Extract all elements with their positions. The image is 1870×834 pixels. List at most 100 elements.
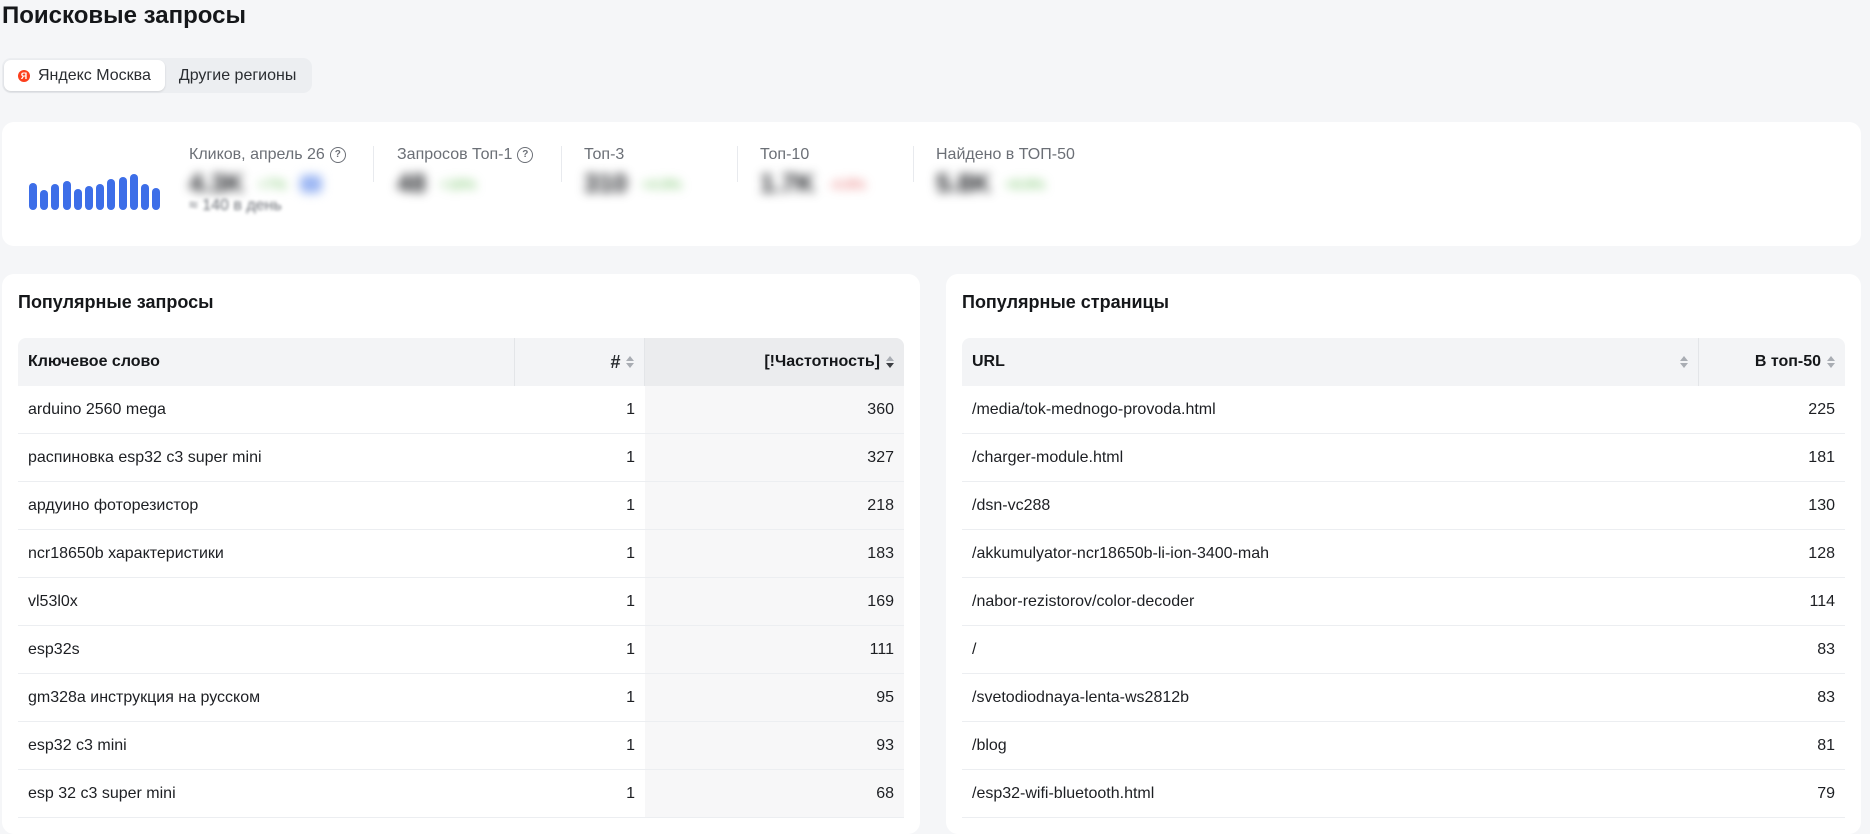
query-row[interactable]: gm328a инструкция на русском 1 95 [18,673,904,722]
stats-card: Кликов, апрель 26 ? 4.3K +7% ≈ 140 в ден… [2,122,1861,246]
query-frequency: 111 [644,625,904,674]
page-url[interactable]: /esp32-wifi-bluetooth.html [962,769,1699,818]
queries-table: Ключевое слово # [!Частотность] arduino … [18,338,904,818]
page-title: Поисковые запросы [2,2,246,29]
query-position: 1 [514,386,645,434]
query-frequency: 95 [644,673,904,722]
metric-top10: Топ-10 1.7K -4.8% [760,146,866,226]
page-row[interactable]: /media/tok-mednogo-provoda.html 225 [962,386,1845,434]
help-icon[interactable]: ? [329,147,346,163]
query-position: 1 [514,481,645,530]
query-row[interactable]: ncr18650b характеристики 1 183 [18,529,904,578]
query-frequency: 360 [644,386,904,434]
column-position[interactable]: # [513,338,646,386]
sparkline-bar [62,181,71,210]
sort-desc-icon [886,356,894,368]
tab-yandex-moscow[interactable]: Я Яндекс Москва [4,60,165,91]
query-position: 1 [514,529,645,578]
page-url[interactable]: /svetodiodnaya-lenta-ws2812b [962,673,1699,722]
metric-top3: Топ-3 310 +4.9% [584,146,681,226]
metric-top50: Найдено в ТОП-50 5.8K +8.8% [936,146,1075,226]
page-url[interactable]: /dsn-vc288 [962,481,1699,530]
clicks-sparkline [29,166,179,210]
page-url[interactable]: /akkumulyator-ncr18650b-li-ion-3400-mah [962,529,1699,578]
page-row[interactable]: /akkumulyator-ncr18650b-li-ion-3400-mah 1… [962,529,1845,578]
sparkline-bar [129,174,138,210]
query-position: 1 [514,721,645,770]
page-row[interactable]: /83 [962,625,1845,674]
divider [737,146,738,182]
metric-label: Найдено в ТОП-50 [936,146,1075,163]
query-frequency: 169 [644,577,904,626]
sort-icon [626,356,635,368]
metric-value: 310 [584,168,628,198]
metric-label: Кликов, апрель 26 [189,146,325,163]
column-top50[interactable]: В топ-50 [1698,338,1845,386]
divider [373,146,374,182]
page-row[interactable]: /blog 81 [962,721,1845,770]
query-row[interactable]: esp32s 1 111 [18,625,904,674]
metric-delta: +4.9% [641,175,682,192]
page-url[interactable]: /charger-module.html [962,433,1699,482]
page-top50-count: 181 [1698,433,1845,482]
sort-icon [1827,356,1835,368]
query-keyword: vl53l0x [18,577,515,626]
query-row[interactable]: распиновка esp32 c3 super mini 1 327 [18,433,904,482]
page-url[interactable]: /blog [962,721,1699,770]
query-row[interactable]: esp 32 c3 super mini 1 68 [18,769,904,818]
metric-value: 48 [397,168,426,198]
divider [913,146,914,182]
query-row[interactable]: esp32 c3 mini 1 93 [18,721,904,770]
query-row[interactable]: ардуино фоторезистор 1 218 [18,481,904,530]
page-row[interactable]: /esp32-wifi-bluetooth.html 79 [962,769,1845,818]
page-top50-count: 128 [1698,529,1845,578]
metric-clicks: Кликов, апрель 26 ? 4.3K +7% ≈ 140 в ден… [189,146,346,226]
query-frequency: 68 [644,769,904,818]
query-frequency: 327 [644,433,904,482]
page-url[interactable]: /nabor-rezistorov/color-decoder [962,577,1699,626]
page-row[interactable]: /nabor-rezistorov/color-decoder 114 [962,577,1845,626]
pages-table: URL В топ-50 /media/tok-mednogo-provoda.… [962,338,1845,818]
metric-delta: -4.8% [828,175,866,192]
help-icon[interactable]: ? [517,147,534,163]
query-position: 1 [514,625,645,674]
sparkline-bar [152,188,161,210]
divider [561,146,562,182]
page-top50-count: 83 [1698,625,1845,674]
query-frequency: 218 [644,481,904,530]
sparkline-bar [73,189,82,210]
query-row[interactable]: vl53l0x 1 169 [18,577,904,626]
tab-label: Яндекс Москва [38,66,151,84]
sparkline-bar [107,179,116,210]
page-top50-count: 114 [1698,577,1845,626]
query-position: 1 [514,577,645,626]
sparkline-bar [96,184,105,210]
yandex-logo-icon: Я [18,69,30,82]
sparkline-bar [85,186,93,210]
column-keyword[interactable]: Ключевое слово [18,338,515,386]
page-url[interactable]: / [962,625,1699,674]
query-position: 1 [514,673,645,722]
query-position: 1 [514,769,645,818]
query-row[interactable]: arduino 2560 mega 1 360 [18,386,904,434]
column-frequency[interactable]: [!Частотность] [644,338,904,386]
chart-chip-icon[interactable] [300,174,323,193]
page-row[interactable]: /svetodiodnaya-lenta-ws2812b 83 [962,673,1845,722]
page-url[interactable]: /media/tok-mednogo-provoda.html [962,386,1699,434]
page-row[interactable]: /dsn-vc288 130 [962,481,1845,530]
column-url[interactable]: URL [962,338,1700,386]
sort-icon [1680,356,1689,368]
metric-value: 4.3K [189,168,244,198]
sparkline-bar [29,183,37,210]
metric-value: 1.7K [760,168,815,198]
metric-label: Топ-3 [584,146,625,163]
tab-other-regions[interactable]: Другие регионы [165,60,310,91]
query-keyword: ардуино фоторезистор [18,481,515,530]
query-keyword: ncr18650b характеристики [18,529,515,578]
page-row[interactable]: /charger-module.html 181 [962,433,1845,482]
query-keyword: arduino 2560 mega [18,386,515,434]
metric-value: 5.8K [936,168,991,198]
panel-title: Популярные запросы [18,292,214,312]
region-tabs: Я Яндекс Москва Другие регионы [2,58,313,93]
sparkline-bar [40,190,49,210]
